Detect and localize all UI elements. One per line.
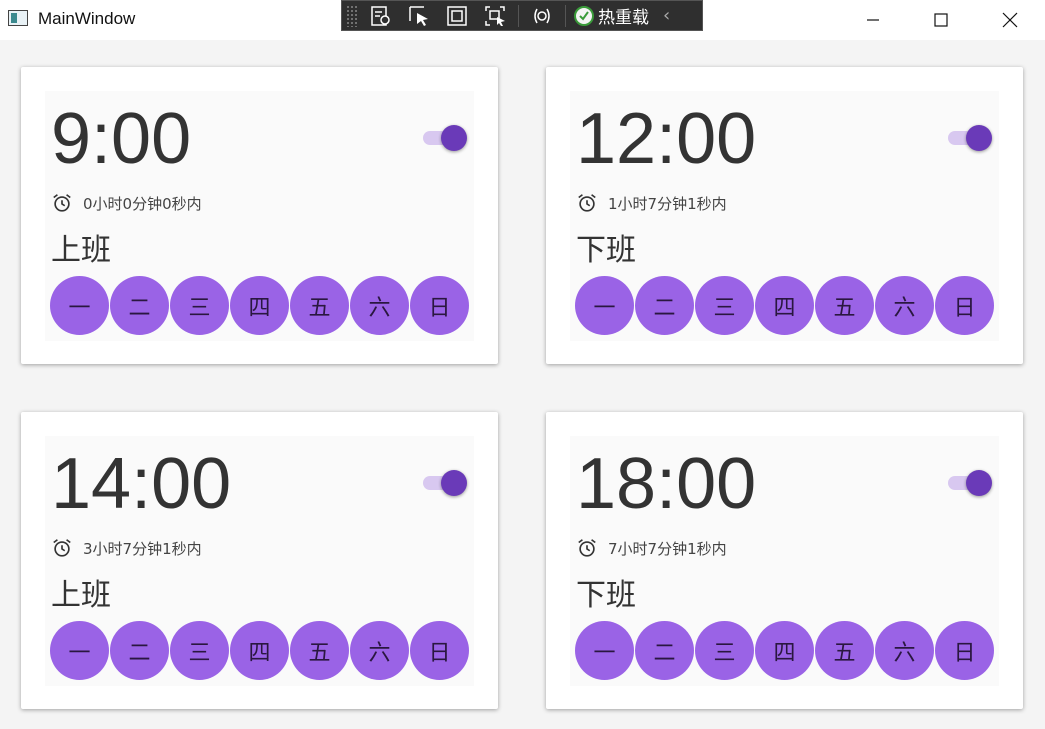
live-visual-tree-button[interactable]: [366, 3, 396, 29]
countdown-row: 3小时7分钟1秒内: [51, 536, 202, 560]
day-toggle-tue[interactable]: 二: [110, 276, 169, 335]
weekday-selector: 一 二 三 四 五 六 日: [50, 276, 470, 336]
weekday-selector: 一 二 三 四 五 六 日: [575, 276, 995, 336]
alarm-enabled-toggle[interactable]: [423, 125, 469, 151]
countdown-text: 3小时7分钟1秒内: [83, 539, 202, 558]
toolbar-separator: [565, 4, 566, 27]
day-toggle-thu[interactable]: 四: [755, 276, 814, 335]
alarm-card: 9:00 0小时0分钟0秒内 上班 一 二 三 四 五 六 日: [21, 67, 498, 364]
alarm-clock-icon: [53, 194, 71, 212]
day-toggle-fri[interactable]: 五: [290, 621, 349, 680]
alarm-card-content: 9:00 0小时0分钟0秒内 上班 一 二 三 四 五 六 日: [45, 91, 474, 341]
alarm-time: 9:00: [51, 99, 192, 179]
day-toggle-fri[interactable]: 五: [815, 621, 874, 680]
alarm-label: 下班: [576, 578, 636, 613]
alarm-card: 14:00 3小时7分钟1秒内 上班 一 二 三 四 五 六 日: [21, 412, 498, 709]
toggle-thumb: [441, 470, 467, 496]
minimize-icon: [867, 19, 879, 21]
alarm-label: 上班: [51, 233, 111, 268]
day-toggle-wed[interactable]: 三: [170, 276, 229, 335]
countdown-text: 1小时7分钟1秒内: [608, 194, 727, 213]
day-toggle-mon[interactable]: 一: [575, 276, 634, 335]
day-toggle-thu[interactable]: 四: [755, 621, 814, 680]
maximize-button[interactable]: [906, 0, 976, 40]
day-toggle-sun[interactable]: 日: [410, 276, 469, 335]
debug-toolbar: 热重载 ‹: [341, 0, 703, 31]
close-button[interactable]: [975, 0, 1045, 40]
day-toggle-sat[interactable]: 六: [875, 621, 934, 680]
alarm-time: 12:00: [576, 99, 757, 179]
toolbar-grip[interactable]: [346, 4, 358, 27]
alarm-time: 18:00: [576, 444, 757, 524]
collapse-toolbar-button[interactable]: ‹: [663, 5, 670, 26]
day-toggle-sun[interactable]: 日: [410, 621, 469, 680]
window-title: MainWindow: [38, 9, 136, 28]
select-pointer-icon: [409, 5, 428, 26]
toggle-thumb: [966, 125, 992, 151]
alarm-label: 下班: [576, 233, 636, 268]
alarm-time: 14:00: [51, 444, 232, 524]
layout-adorner-icon: [447, 5, 467, 26]
day-toggle-sat[interactable]: 六: [875, 276, 934, 335]
day-toggle-wed[interactable]: 三: [695, 621, 754, 680]
day-toggle-wed[interactable]: 三: [695, 276, 754, 335]
toggle-thumb: [441, 125, 467, 151]
alarm-clock-icon: [578, 194, 596, 212]
alarm-label: 上班: [51, 578, 111, 613]
day-toggle-tue[interactable]: 二: [635, 276, 694, 335]
track-focus-icon: [485, 5, 505, 26]
day-toggle-tue[interactable]: 二: [635, 621, 694, 680]
weekday-selector: 一 二 三 四 五 六 日: [50, 621, 470, 681]
countdown-row: 0小时0分钟0秒内: [51, 191, 202, 215]
minimize-button[interactable]: [838, 0, 908, 40]
day-toggle-wed[interactable]: 三: [170, 621, 229, 680]
app-icon: [8, 10, 28, 26]
check-icon: [574, 5, 594, 26]
toolbar-separator: [518, 4, 519, 27]
alarm-enabled-toggle[interactable]: [948, 470, 994, 496]
countdown-row: 7小时7分钟1秒内: [576, 536, 727, 560]
select-element-button[interactable]: [404, 3, 434, 29]
day-toggle-thu[interactable]: 四: [230, 621, 289, 680]
hot-reload-status[interactable]: 热重载: [574, 3, 649, 28]
visual-tree-icon: [371, 5, 390, 26]
day-toggle-sun[interactable]: 日: [935, 621, 994, 680]
alarm-card-content: 12:00 1小时7分钟1秒内 下班 一 二 三 四 五 六 日: [570, 91, 999, 341]
alarm-enabled-toggle[interactable]: [948, 125, 994, 151]
hot-reload-label: 热重载: [598, 8, 649, 28]
day-toggle-tue[interactable]: 二: [110, 621, 169, 680]
close-icon: [1002, 12, 1018, 28]
day-toggle-sun[interactable]: 日: [935, 276, 994, 335]
day-toggle-mon[interactable]: 一: [575, 621, 634, 680]
day-toggle-fri[interactable]: 五: [290, 276, 349, 335]
countdown-text: 0小时0分钟0秒内: [83, 194, 202, 213]
weekday-selector: 一 二 三 四 五 六 日: [575, 621, 995, 681]
day-toggle-sat[interactable]: 六: [350, 276, 409, 335]
alarm-card: 12:00 1小时7分钟1秒内 下班 一 二 三 四 五 六 日: [546, 67, 1023, 364]
day-toggle-sat[interactable]: 六: [350, 621, 409, 680]
display-layout-adorners-button[interactable]: [442, 3, 472, 29]
maximize-icon: [934, 13, 948, 27]
alarm-card-content: 18:00 7小时7分钟1秒内 下班 一 二 三 四 五 六 日: [570, 436, 999, 686]
day-toggle-fri[interactable]: 五: [815, 276, 874, 335]
day-toggle-mon[interactable]: 一: [50, 276, 109, 335]
countdown-row: 1小时7分钟1秒内: [576, 191, 727, 215]
binding-failures-button[interactable]: [527, 3, 557, 29]
alarm-clock-icon: [53, 539, 71, 557]
toggle-thumb: [966, 470, 992, 496]
alarm-card: 18:00 7小时7分钟1秒内 下班 一 二 三 四 五 六 日: [546, 412, 1023, 709]
day-toggle-thu[interactable]: 四: [230, 276, 289, 335]
alarm-card-content: 14:00 3小时7分钟1秒内 上班 一 二 三 四 五 六 日: [45, 436, 474, 686]
track-focused-element-button[interactable]: [480, 3, 510, 29]
alarm-enabled-toggle[interactable]: [423, 470, 469, 496]
alarm-clock-icon: [578, 539, 596, 557]
countdown-text: 7小时7分钟1秒内: [608, 539, 727, 558]
day-toggle-mon[interactable]: 一: [50, 621, 109, 680]
binding-icon: [534, 8, 550, 23]
